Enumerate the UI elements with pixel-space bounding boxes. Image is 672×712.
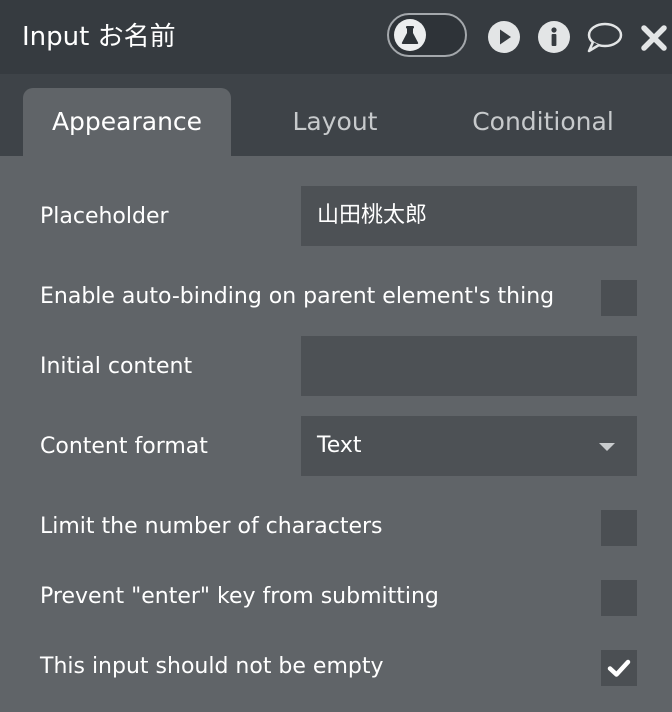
tab-appearance[interactable]: Appearance: [23, 88, 231, 156]
content-format-value: Text: [317, 433, 362, 458]
info-icon[interactable]: [537, 20, 571, 54]
element-title: Input お名前: [22, 22, 176, 52]
placeholder-input[interactable]: 山田桃太郎: [301, 186, 637, 246]
play-icon[interactable]: [487, 20, 521, 54]
close-icon[interactable]: [640, 24, 668, 52]
property-editor-header: Input お名前: [0, 0, 672, 74]
initial-content-input[interactable]: [301, 336, 637, 396]
checkmark-icon: [607, 659, 631, 677]
test-mode-toggle[interactable]: [387, 13, 467, 57]
limit-chars-label: Limit the number of characters: [40, 514, 383, 539]
limit-chars-checkbox[interactable]: [601, 510, 637, 546]
chevron-down-icon: [599, 443, 615, 451]
auto-binding-checkbox[interactable]: [601, 280, 637, 316]
toggle-knob: [394, 19, 426, 51]
flask-icon: [401, 26, 419, 44]
prevent-enter-label: Prevent "enter" key from submitting: [40, 584, 439, 609]
tab-bar: Appearance Layout Conditional: [0, 74, 672, 156]
tab-layout[interactable]: Layout: [250, 88, 420, 156]
not-empty-checkbox[interactable]: [601, 650, 637, 686]
prevent-enter-checkbox[interactable]: [601, 580, 637, 616]
tab-conditional[interactable]: Conditional: [450, 88, 636, 156]
initial-content-label: Initial content: [40, 354, 193, 379]
not-empty-label: This input should not be empty: [40, 654, 384, 679]
placeholder-label: Placeholder: [40, 204, 169, 229]
content-format-dropdown[interactable]: Text: [301, 416, 637, 476]
auto-binding-label: Enable auto-binding on parent element's …: [40, 284, 555, 309]
comment-icon[interactable]: [585, 20, 623, 54]
content-format-label: Content format: [40, 434, 208, 459]
